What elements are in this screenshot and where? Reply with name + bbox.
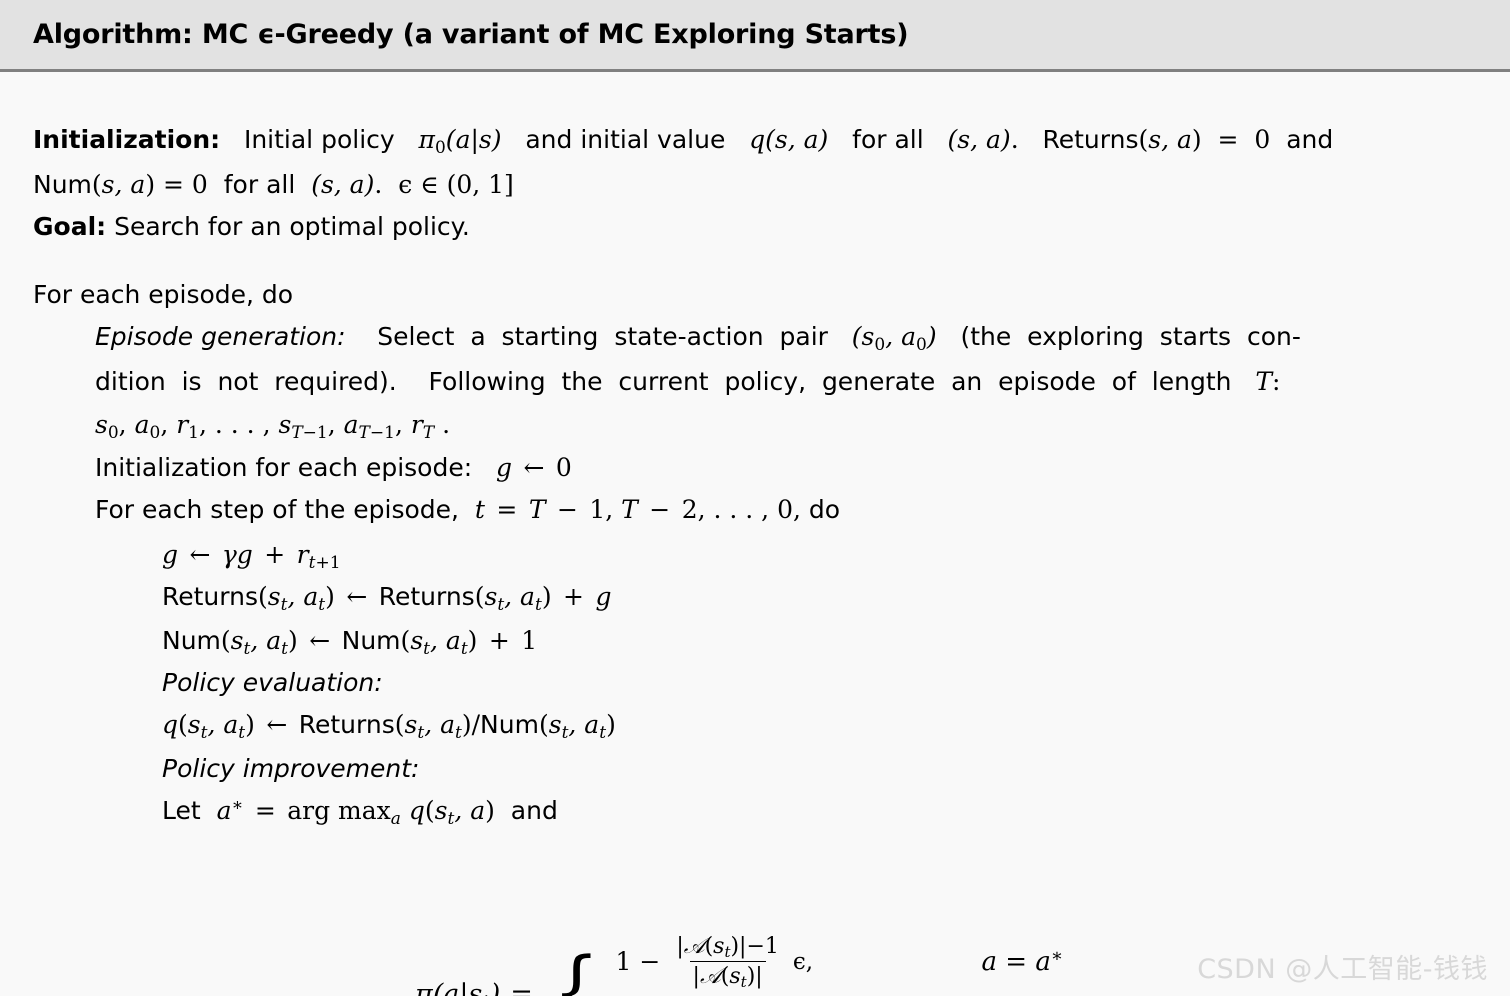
goal-line: Goal: Search for an optimal policy. bbox=[33, 214, 470, 239]
returns-update-symbol: Returns(st, at) ← Returns(st, at) + g bbox=[162, 582, 612, 615]
watermark: CSDN @人工智能-钱钱 bbox=[1197, 954, 1488, 985]
q-update-line: q(st, at) ← Returns(st, at)/Num(st, at) bbox=[162, 710, 616, 743]
case-1-condition: a = a∗ bbox=[981, 944, 1064, 977]
num-update-line: Num(st, at) ← Num(st, at) + 1 bbox=[162, 626, 538, 659]
num-update-symbol: Num(st, at) ← Num(st, at) + 1 bbox=[162, 626, 538, 659]
policy-improvement-text: Policy improvement: bbox=[162, 754, 420, 783]
case-1-expression: 1 − |𝒜(st)|−1 |𝒜(st)| ϵ, bbox=[615, 934, 945, 990]
case-1-one: 1 bbox=[615, 947, 632, 976]
left-brace-icon: { bbox=[552, 938, 600, 996]
goal-text: Search for an optimal policy. bbox=[114, 212, 470, 241]
state-action-pair-symbol-2: (s, a) bbox=[311, 170, 375, 199]
returns-init-symbol: Returns(s, a) bbox=[1042, 125, 1202, 154]
for-all-text: for all bbox=[215, 170, 304, 199]
initialization-text-3: for all bbox=[852, 125, 924, 154]
num-init-symbol: Num(s, a) = 0 bbox=[33, 170, 208, 199]
step-range-symbol: t = T − 1, T − 2, . . . , 0, bbox=[466, 495, 801, 524]
return-update-symbol: g ← γg + rt+1 bbox=[162, 540, 341, 573]
initial-policy-symbol: π0(a|s) bbox=[418, 125, 502, 158]
for-each-step-line: For each step of the episode, t = T − 1,… bbox=[95, 497, 840, 522]
episode-generation-label: Episode generation: bbox=[95, 322, 346, 351]
case-1-numerator: |𝒜(st)|−1 bbox=[676, 934, 779, 962]
policy-equation-cases: 1 − |𝒜(st)|−1 |𝒜(st)| ϵ, a = a∗ bbox=[615, 934, 1143, 996]
episode-sequence-line: s0, a0, r1, . . . , sT−1, aT−1, rT . bbox=[95, 410, 451, 443]
policy-evaluation-text: Policy evaluation: bbox=[162, 668, 383, 697]
astar-definition-line: Let a∗ = arg maxa q(st, a) and bbox=[162, 795, 558, 829]
astar-and: and bbox=[502, 796, 558, 825]
episode-length-symbol: T bbox=[1255, 367, 1273, 396]
for-each-episode-line: For each episode, do bbox=[33, 280, 294, 309]
g-init-assignment: g ← 0 bbox=[480, 453, 572, 482]
case-1-fraction: |𝒜(st)|−1 |𝒜(st)| bbox=[673, 934, 782, 990]
episode-initialization-line: Initialization for each episode: g ← 0 bbox=[95, 455, 572, 480]
returns-update-line: Returns(st, at) ← Returns(st, at) + g bbox=[162, 582, 612, 615]
episode-generation-line-1: Episode generation: Select a starting st… bbox=[95, 322, 1301, 355]
policy-equation-case-1: 1 − |𝒜(st)|−1 |𝒜(st)| ϵ, a = a∗ bbox=[615, 934, 1143, 990]
case-1-minus: − bbox=[639, 947, 661, 976]
astar-symbol: a∗ = arg maxa q(st, a) bbox=[216, 795, 495, 829]
episode-generation-text-1: Select a starting state-action pair bbox=[353, 322, 844, 351]
episode-init-text: Initialization for each episode: bbox=[95, 453, 473, 482]
algorithm-figure: Algorithm: MC ϵ-Greedy (a variant of MC … bbox=[0, 0, 1510, 996]
initialization-line-1: Initialization: Initial policy π0(a|s) a… bbox=[33, 125, 1334, 158]
initial-value-symbol: q(s, a) bbox=[749, 125, 829, 154]
q-update-symbol: q(st, at) ← Returns(st, at)/Num(st, at) bbox=[162, 710, 616, 743]
for-each-step-do: do bbox=[808, 495, 841, 524]
goal-label: Goal: bbox=[33, 212, 107, 241]
zero-value: 0 bbox=[1254, 125, 1271, 154]
policy-improvement-label: Policy improvement: bbox=[162, 756, 419, 781]
equals-sign: = bbox=[1217, 125, 1239, 154]
episode-generation-text-1b: (the exploring starts con- bbox=[944, 322, 1301, 351]
algorithm-header: Algorithm: MC ϵ-Greedy (a variant of MC … bbox=[0, 0, 1510, 72]
policy-equation-equals: = bbox=[510, 978, 533, 996]
algorithm-body: Initialization: Initial policy π0(a|s) a… bbox=[0, 72, 1510, 996]
episode-generation-line-2: dition is not required). Following the c… bbox=[95, 367, 1281, 396]
astar-text: Let bbox=[162, 796, 209, 825]
initialization-line-2: Num(s, a) = 0 for all (s, a). ϵ ∈ (0, 1] bbox=[33, 170, 514, 199]
policy-equation: π(a|st) = { 1 − |𝒜(st)|−1 |𝒜(st)| ϵ, a =… bbox=[415, 934, 1143, 996]
initialization-text-2: and initial value bbox=[525, 125, 726, 154]
start-pair-symbol: (s0, a0) bbox=[851, 322, 937, 355]
algorithm-title: Algorithm: MC ϵ-Greedy (a variant of MC … bbox=[33, 19, 909, 50]
case-1-denominator: |𝒜(st)| bbox=[689, 961, 766, 990]
policy-evaluation-label: Policy evaluation: bbox=[162, 670, 383, 695]
initialization-label: Initialization: bbox=[33, 125, 221, 154]
return-update-line: g ← γg + rt+1 bbox=[162, 540, 341, 573]
state-action-pair-symbol: (s, a) bbox=[947, 125, 1011, 154]
episode-generation-text-2: dition is not required). Following the c… bbox=[95, 367, 1248, 396]
initialization-text-1: Initial policy bbox=[243, 125, 395, 154]
for-each-step-text: For each step of the episode, bbox=[95, 495, 460, 524]
case-1-epsilon: ϵ, bbox=[792, 948, 814, 975]
policy-equation-lhs: π(a|st) bbox=[415, 978, 501, 996]
and-text: and bbox=[1286, 125, 1334, 154]
episode-sequence-symbol: s0, a0, r1, . . . , sT−1, aT−1, rT . bbox=[95, 410, 451, 443]
epsilon-range: ϵ ∈ (0, 1] bbox=[398, 170, 514, 199]
